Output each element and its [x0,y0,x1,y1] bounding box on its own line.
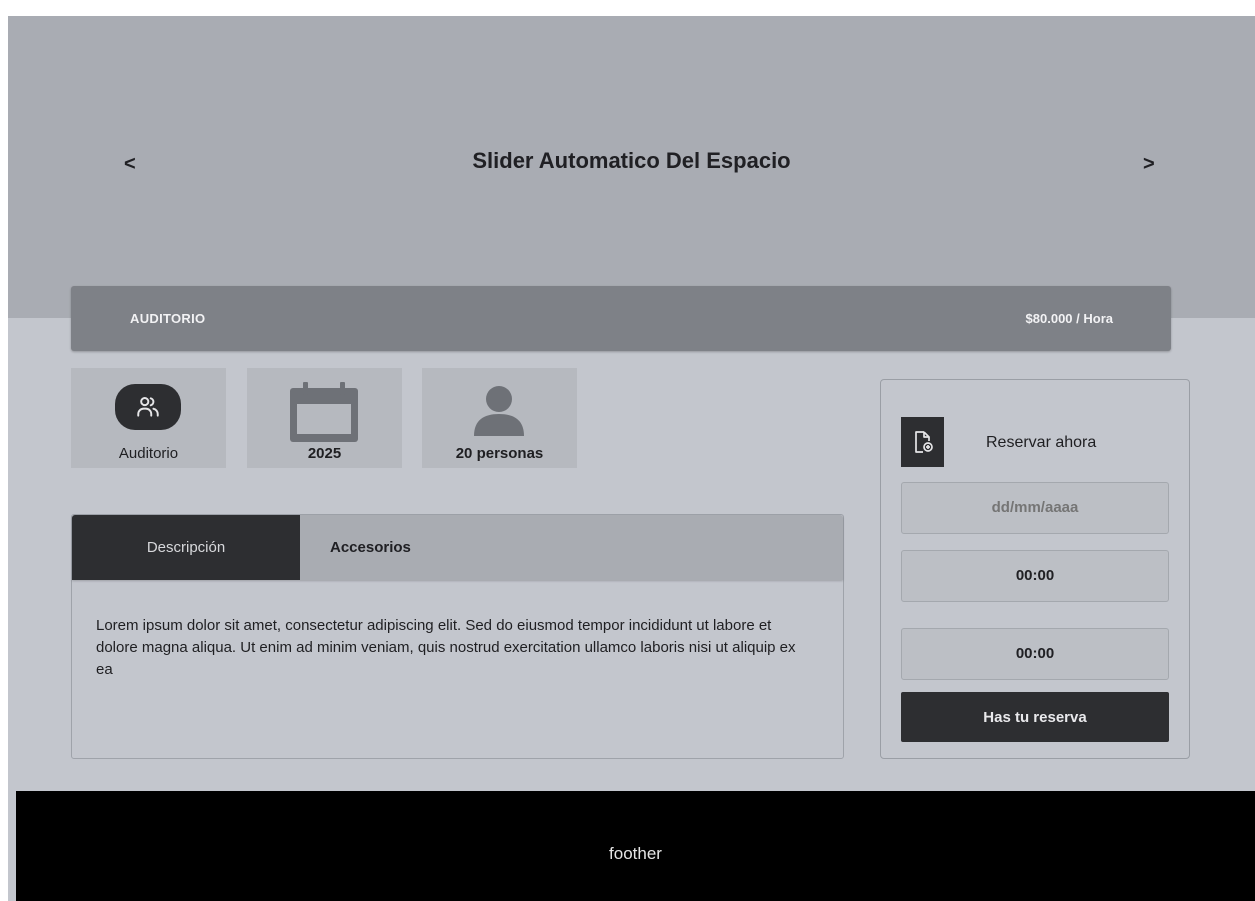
description-text: Lorem ipsum dolor sit amet, consectetur … [96,617,796,678]
document-add-icon [901,417,944,467]
people-icon [115,384,181,430]
footer: foother [16,791,1255,901]
submit-reservation-button[interactable]: Has tu reserva [901,692,1169,742]
end-time-input[interactable] [901,628,1169,680]
feature-capacity: 20 personas [422,368,577,468]
calendar-icon [290,382,358,447]
booking-title: Reservar ahora [986,434,1097,451]
slider-next-button[interactable]: > [1143,154,1155,174]
feature-year-label: 2025 [307,445,342,462]
feature-space-type: Auditorio [71,368,226,468]
space-image-slider: < Slider Automatico Del Espacio > [8,16,1255,318]
space-price: $80.000 / Hora [1025,311,1113,326]
tabs-panel: Descripción Accesorios Lorem ipsum dolor… [71,514,844,759]
tab-bar: Descripción Accesorios [72,515,843,580]
person-icon [472,386,526,441]
feature-year: 2025 [247,368,402,468]
space-header-bar: AUDITORIO $80.000 / Hora [71,286,1171,351]
tab-accesorios[interactable]: Accesorios [330,515,411,580]
date-input[interactable] [901,482,1169,534]
tab-descripcion[interactable]: Descripción [72,515,300,580]
feature-space-type-label: Auditorio [118,445,179,462]
footer-text: foother [609,844,662,863]
slider-title: Slider Automatico Del Espacio [472,148,791,173]
feature-capacity-label: 20 personas [455,445,544,462]
booking-panel: Reservar ahora Has tu reserva [880,379,1190,759]
space-name: AUDITORIO [130,311,206,326]
start-time-input[interactable] [901,550,1169,602]
page: < Slider Automatico Del Espacio > AUDITO… [8,16,1255,901]
